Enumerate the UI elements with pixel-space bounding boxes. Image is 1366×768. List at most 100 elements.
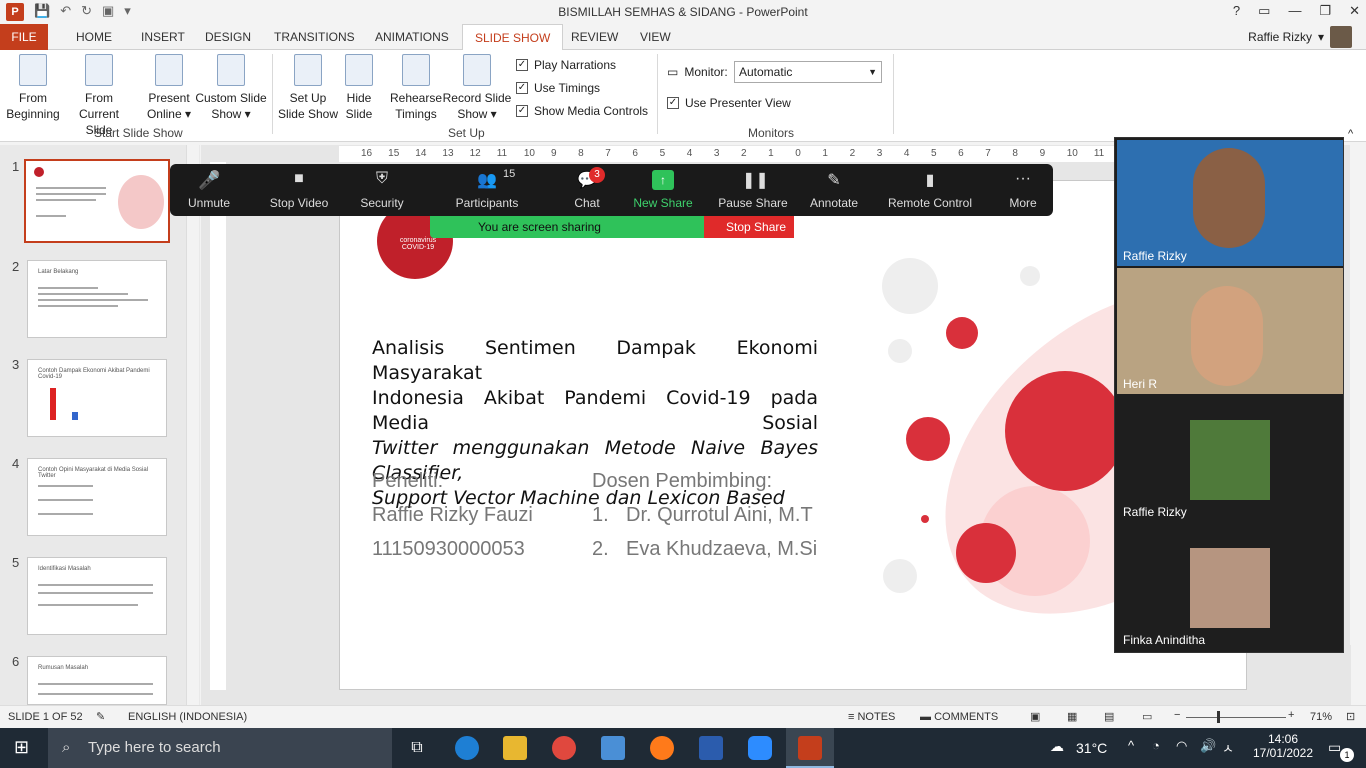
thumbnail-slide-4[interactable]: Contoh Opini Masyarakat di Media Sosial … [27,458,167,536]
show-media-controls-checkbox[interactable]: ✓ Show Media Controls [516,104,648,118]
avatar [1330,26,1352,48]
store-icon[interactable] [601,736,625,760]
slide-canvas[interactable]: coronavirus COVID-19 Analisis Sentimen D… [339,180,1247,690]
play-narrations-checkbox[interactable]: ✓ Play Narrations [516,58,616,72]
stop-video-button[interactable]: ■ Stop Video [268,170,330,210]
more-button[interactable]: ··· More [1006,170,1040,210]
zoom-slider[interactable] [1186,717,1286,718]
windows-start-icon[interactable]: ⊞ [14,737,29,758]
record-slide-show-button[interactable]: Record Slide Show ▾ [441,54,513,122]
thumb-number: 3 [12,357,20,372]
thumbnail-slide-6[interactable]: Rumusan Masalah [27,656,167,705]
custom-slide-show-button[interactable]: Custom Slide Show ▾ [194,54,268,122]
language-icon[interactable]: ㅅ [1222,738,1234,757]
weather-icon[interactable]: ☁ [1050,738,1064,755]
thumbnail-slide-1[interactable] [24,159,170,243]
use-timings-checkbox[interactable]: ✓ Use Timings [516,81,600,95]
tab-view[interactable]: VIEW [628,24,683,50]
word-icon[interactable] [699,736,723,760]
volume-icon[interactable]: 🔊 [1200,738,1216,754]
chat-badge: 3 [589,167,605,183]
video-tile[interactable]: Finka Aninditha [1117,524,1343,650]
task-view-icon[interactable]: ⧉ [405,736,429,760]
present-online-button[interactable]: Present Online ▾ [144,54,194,122]
ruler-tick-label: 5 [931,148,937,159]
tab-file[interactable]: FILE [0,24,48,50]
hide-slide-button[interactable]: Hide Slide [340,54,378,122]
slide-sorter-icon[interactable]: ▦ [1067,710,1077,723]
thumbnail-scrollbar[interactable] [186,145,199,705]
video-tile[interactable]: Raffie Rizky [1117,140,1343,266]
researcher-label: Peneliti: [372,470,444,492]
close-icon[interactable]: ✕ [1349,3,1360,19]
tab-transitions[interactable]: TRANSITIONS [262,24,367,50]
tab-review[interactable]: REVIEW [559,24,630,50]
use-presenter-view-checkbox[interactable]: ✓ Use Presenter View [667,96,791,110]
ribbon-divider [272,54,273,134]
tab-slide-show[interactable]: SLIDE SHOW [462,24,564,51]
ruler-tick-label: 13 [442,148,454,159]
security-button[interactable]: ⛨ Security [358,170,406,210]
participant-face [1191,286,1263,386]
thumbnail-slide-5[interactable]: Identifikasi Masalah [27,557,167,635]
help-icon[interactable]: ? [1233,3,1240,19]
video-tile[interactable]: Heri R [1117,268,1343,394]
new-share-button[interactable]: ↑ New Share [632,170,694,210]
slideshow-view-icon[interactable]: ▭ [1142,710,1152,723]
pause-share-button[interactable]: ❚❚ Pause Share [718,170,788,210]
account[interactable]: Raffie Rizky ▾ [1248,24,1352,50]
chrome-icon[interactable] [552,736,576,760]
clock[interactable]: 14:06 17/01/2022 [1248,732,1318,760]
thumb-title: Rumusan Masalah [38,665,89,671]
normal-view-icon[interactable]: ▣ [1030,710,1040,723]
record-icon [463,54,491,86]
network-icon[interactable]: ◔ [1152,738,1160,753]
file-explorer-icon[interactable] [503,736,527,760]
language[interactable]: ENGLISH (INDONESIA) [128,711,247,723]
tab-insert[interactable]: INSERT [129,24,197,50]
remote-control-button[interactable]: ▮ Remote Control [886,170,974,210]
taskbar-search[interactable]: ⌕ Type here to search [48,728,392,768]
notes-button[interactable]: ≡ NOTES [848,711,895,723]
firefox-icon[interactable] [650,736,674,760]
zoom-app-icon[interactable] [748,736,772,760]
zoom-in-icon[interactable]: + [1288,709,1294,721]
thumb-line [38,299,148,301]
screen-sharing-banner[interactable]: You are screen sharing [430,216,704,238]
from-beginning-button[interactable]: From Beginning [5,54,61,122]
virus-icon [34,167,44,177]
video-tile[interactable]: Raffie Rizky [1117,396,1343,522]
zoom-out-icon[interactable]: − [1174,709,1180,721]
reading-view-icon[interactable]: ▤ [1104,710,1114,723]
zoom-level[interactable]: 71% [1310,711,1332,723]
collapse-ribbon-icon[interactable]: ^ [1348,128,1353,140]
horizontal-ruler: 16 15 14 13 12 11 10 9 8 7 6 5 4 3 2 1 0 1 2 3 4 5 6 7 8 9 10 11 [339,146,1114,162]
fit-slide-icon[interactable]: ⊡ [1346,710,1355,723]
restore-icon[interactable]: ❐ [1319,3,1331,19]
tab-home[interactable]: HOME [64,24,124,50]
edit-area-scrollbar[interactable] [1350,145,1364,645]
set-up-slide-show-button[interactable]: Set Up Slide Show [277,54,339,122]
tab-animations[interactable]: ANIMATIONS [363,24,461,50]
stop-share-button[interactable]: Stop Share [704,216,794,238]
temperature[interactable]: 31°C [1076,740,1107,756]
unmute-button[interactable]: 🎤 Unmute [184,170,234,210]
tray-chevron-icon[interactable]: ^ [1128,738,1134,753]
tab-design[interactable]: DESIGN [193,24,263,50]
monitor-dropdown[interactable]: Automatic ▼ [734,61,882,83]
minimize-icon[interactable]: — [1288,3,1301,19]
powerpoint-taskbar-button[interactable] [786,728,834,768]
zoom-slider-thumb[interactable] [1217,711,1220,723]
edge-icon[interactable] [455,736,479,760]
thumbnail-slide-2[interactable]: Latar Belakang [27,260,167,338]
annotate-button[interactable]: ✎ Annotate [808,170,860,210]
wifi-icon[interactable]: ◠ [1176,738,1187,754]
rehearse-timings-button[interactable]: Rehearse Timings [388,54,444,122]
ruler-tick-label: 2 [741,148,747,159]
ruler-tick-label: 9 [1039,148,1046,159]
thumb-line [38,305,118,307]
thumbnail-slide-3[interactable]: Contoh Dampak Ekonomi Akibat Pandemi Cov… [27,359,167,437]
ribbon-display-icon[interactable]: ▭ [1258,3,1270,19]
spellcheck-icon[interactable]: ✎ [96,710,105,723]
comments-button[interactable]: ▬ COMMENTS [920,711,998,723]
